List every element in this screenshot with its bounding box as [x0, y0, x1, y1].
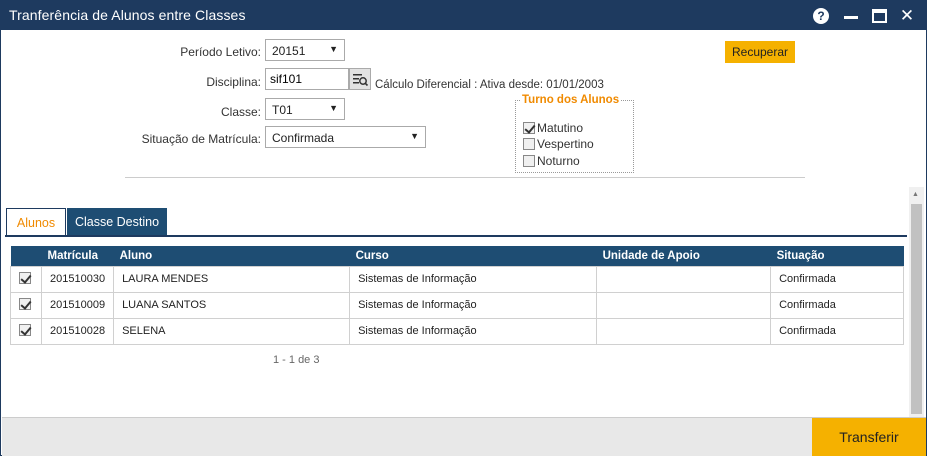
- cell-aluno: LUANA SANTOS: [113, 291, 351, 319]
- row-checkbox[interactable]: [19, 297, 31, 310]
- column-header-curso[interactable]: Curso: [349, 246, 597, 266]
- cell-matricula: 201510028: [40, 317, 115, 345]
- column-header-select: [10, 246, 42, 266]
- turno-option-noturno[interactable]: Noturno: [523, 154, 580, 168]
- checkbox[interactable]: [523, 138, 535, 150]
- lookup-button[interactable]: [349, 68, 371, 90]
- scrollbar[interactable]: ▲: [909, 187, 924, 417]
- cell-unidade: [596, 291, 772, 319]
- column-header-aluno[interactable]: Aluno: [113, 246, 350, 266]
- checkbox[interactable]: [523, 155, 535, 167]
- cell-unidade: [596, 317, 772, 345]
- cell-situacao: Confirmada: [770, 291, 904, 319]
- footer-bar: Transferir: [2, 417, 926, 456]
- row-checkbox[interactable]: [19, 271, 31, 284]
- table-row[interactable]: 201510030 LAURA MENDES Sistemas de Infor…: [10, 265, 904, 293]
- minimize-icon[interactable]: [841, 6, 861, 26]
- cell-curso: Sistemas de Informação: [349, 265, 598, 293]
- search-list-icon: [353, 74, 369, 87]
- chevron-down-icon: ▼: [329, 103, 338, 113]
- column-header-matricula[interactable]: Matrícula: [41, 246, 114, 266]
- table-header-row: Matrícula Aluno Curso Unidade de Apoio S…: [10, 246, 904, 266]
- divider: [125, 177, 805, 178]
- classe-label: Classe:: [220, 105, 261, 119]
- chevron-down-icon: ▼: [410, 131, 419, 141]
- cell-matricula: 201510009: [40, 291, 115, 319]
- disciplina-input[interactable]: [265, 68, 349, 90]
- scroll-up-icon[interactable]: ▲: [912, 191, 919, 198]
- cell-situacao: Confirmada: [770, 265, 904, 293]
- classe-select[interactable]: T01 ▼: [265, 98, 345, 120]
- periodo-select[interactable]: 20151 ▼: [265, 39, 345, 61]
- turno-fieldset: Turno dos Alunos Matutino Vespertino Not…: [515, 94, 634, 173]
- disciplina-info: Cálculo Diferencial : Ativa desde: 01/01…: [375, 79, 604, 91]
- recuperar-button[interactable]: Recuperar: [725, 41, 795, 63]
- turno-legend: Turno dos Alunos: [520, 94, 622, 106]
- chevron-down-icon: ▼: [329, 44, 338, 54]
- table-row[interactable]: 201510009 LUANA SANTOS Sistemas de Infor…: [10, 291, 904, 319]
- window-title: Tranferência de Alunos entre Classes: [9, 7, 246, 23]
- cell-aluno: SELENA: [113, 317, 351, 345]
- cell-unidade: [596, 265, 772, 293]
- maximize-icon[interactable]: [869, 6, 889, 26]
- situacao-label: Situação de Matrícula:: [141, 132, 261, 146]
- situacao-select[interactable]: Confirmada ▼: [265, 126, 426, 148]
- close-icon[interactable]: ✕: [897, 6, 917, 26]
- turno-option-matutino[interactable]: Matutino: [523, 121, 583, 135]
- students-table: Matrícula Aluno Curso Unidade de Apoio S…: [10, 246, 904, 345]
- turno-option-vespertino[interactable]: Vespertino: [523, 137, 594, 151]
- disciplina-label: Disciplina:: [206, 75, 261, 89]
- cell-aluno: LAURA MENDES: [113, 265, 351, 293]
- column-header-unidade[interactable]: Unidade de Apoio: [596, 246, 771, 266]
- cell-matricula: 201510030: [40, 265, 115, 293]
- periodo-label: Período Letivo:: [180, 45, 261, 59]
- tab-alunos[interactable]: Alunos: [6, 208, 66, 236]
- row-checkbox[interactable]: [19, 323, 31, 336]
- tab-classe-destino[interactable]: Classe Destino: [67, 208, 167, 236]
- pager-info: 1 - 1 de 3: [273, 354, 320, 366]
- help-icon[interactable]: ?: [811, 6, 831, 26]
- cell-curso: Sistemas de Informação: [349, 291, 598, 319]
- cell-situacao: Confirmada: [770, 317, 904, 345]
- scrollbar-thumb[interactable]: [911, 204, 922, 414]
- transferir-button[interactable]: Transferir: [812, 418, 926, 456]
- checkbox[interactable]: [523, 122, 535, 134]
- cell-curso: Sistemas de Informação: [349, 317, 598, 345]
- title-bar: Tranferência de Alunos entre Classes ? ✕: [1, 1, 926, 30]
- tab-underline: [5, 235, 907, 237]
- transfer-dialog: Tranferência de Alunos entre Classes ? ✕…: [0, 0, 927, 456]
- table-row[interactable]: 201510028 SELENA Sistemas de Informação …: [10, 317, 904, 345]
- column-header-situacao[interactable]: Situação: [770, 246, 904, 266]
